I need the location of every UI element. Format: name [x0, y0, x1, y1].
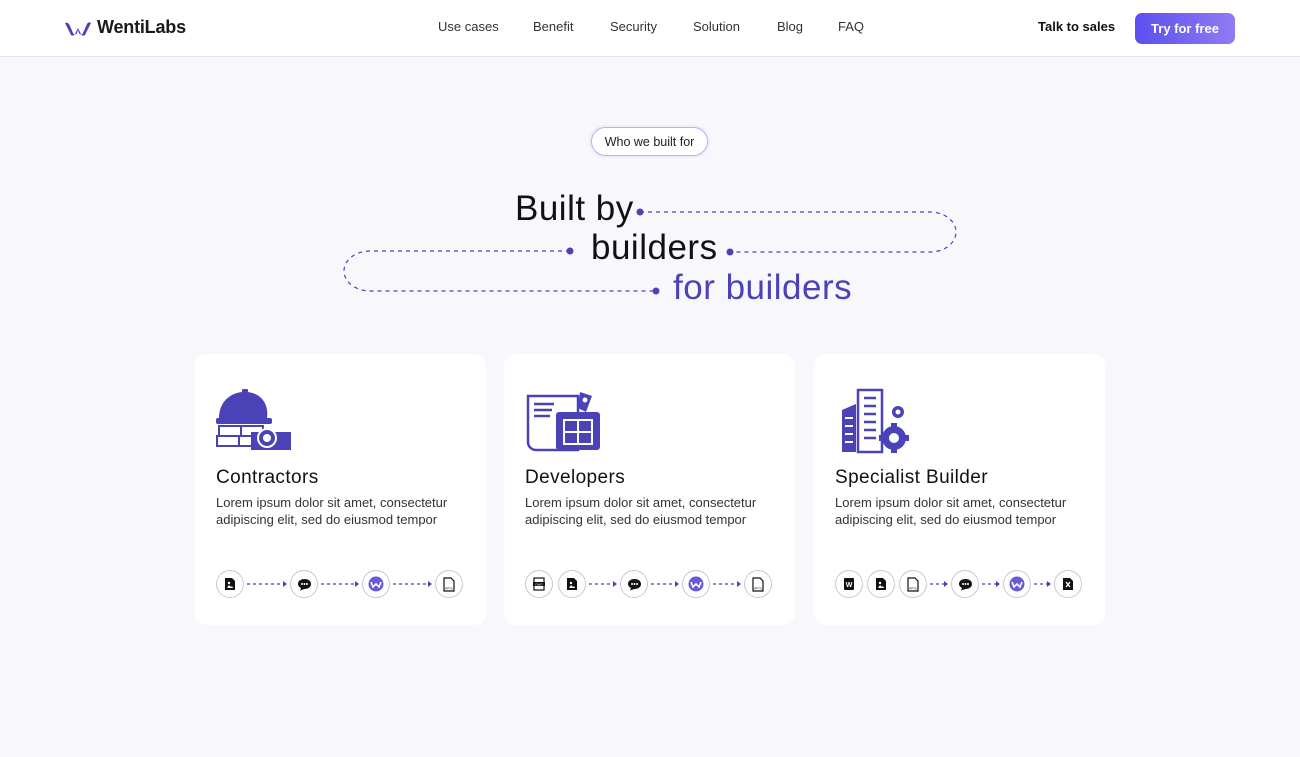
chat-icon [290, 570, 318, 598]
audience-card-contractors: Contractors Lorem ipsum dolor sit amet, … [195, 354, 486, 625]
arrow-head-icon [613, 581, 617, 587]
arrow-head-icon [996, 581, 1000, 587]
arrow-head-icon [675, 581, 679, 587]
wentilabs-logo-icon [682, 570, 710, 598]
svg-text:PPTX: PPTX [909, 586, 917, 590]
hero-line-1: Built by [515, 189, 634, 228]
arrow-head-icon [1047, 581, 1051, 587]
audience-card-developers: Developers Lorem ipsum dolor sit amet, c… [504, 354, 795, 625]
wentilabs-logo-icon [362, 570, 390, 598]
svg-text:W: W [846, 582, 853, 589]
hero-line-3: for builders [673, 268, 853, 307]
wentilabs-logo-icon [1003, 570, 1031, 598]
image-file-icon [216, 570, 244, 598]
chat-icon [620, 570, 648, 598]
hero-connector-lines [343, 208, 957, 295]
svg-text:DWG: DWG [535, 582, 543, 586]
audience-card-specialist-builder: Specialist Builder Lorem ipsum dolor sit… [814, 354, 1105, 625]
dwg-file-icon: DWG [525, 570, 553, 598]
chat-icon [951, 570, 979, 598]
arrow-head-icon [428, 581, 432, 587]
excel-file-icon [1054, 570, 1082, 598]
image-file-icon [867, 570, 895, 598]
arrow-head-icon [355, 581, 359, 587]
pptx-file-icon: PPTX [899, 570, 927, 598]
svg-text:PPTX: PPTX [754, 586, 762, 590]
arrow-head-icon [283, 581, 287, 587]
hero-line-2: builders [591, 228, 718, 267]
svg-text:PPTX: PPTX [445, 586, 453, 590]
word-file-icon: W [835, 570, 863, 598]
arrow-head-icon [944, 581, 948, 587]
pptx-file-icon: PPTX [435, 570, 463, 598]
pptx-file-icon: PPTX [744, 570, 772, 598]
arrow-head-icon [737, 581, 741, 587]
image-file-icon [558, 570, 586, 598]
